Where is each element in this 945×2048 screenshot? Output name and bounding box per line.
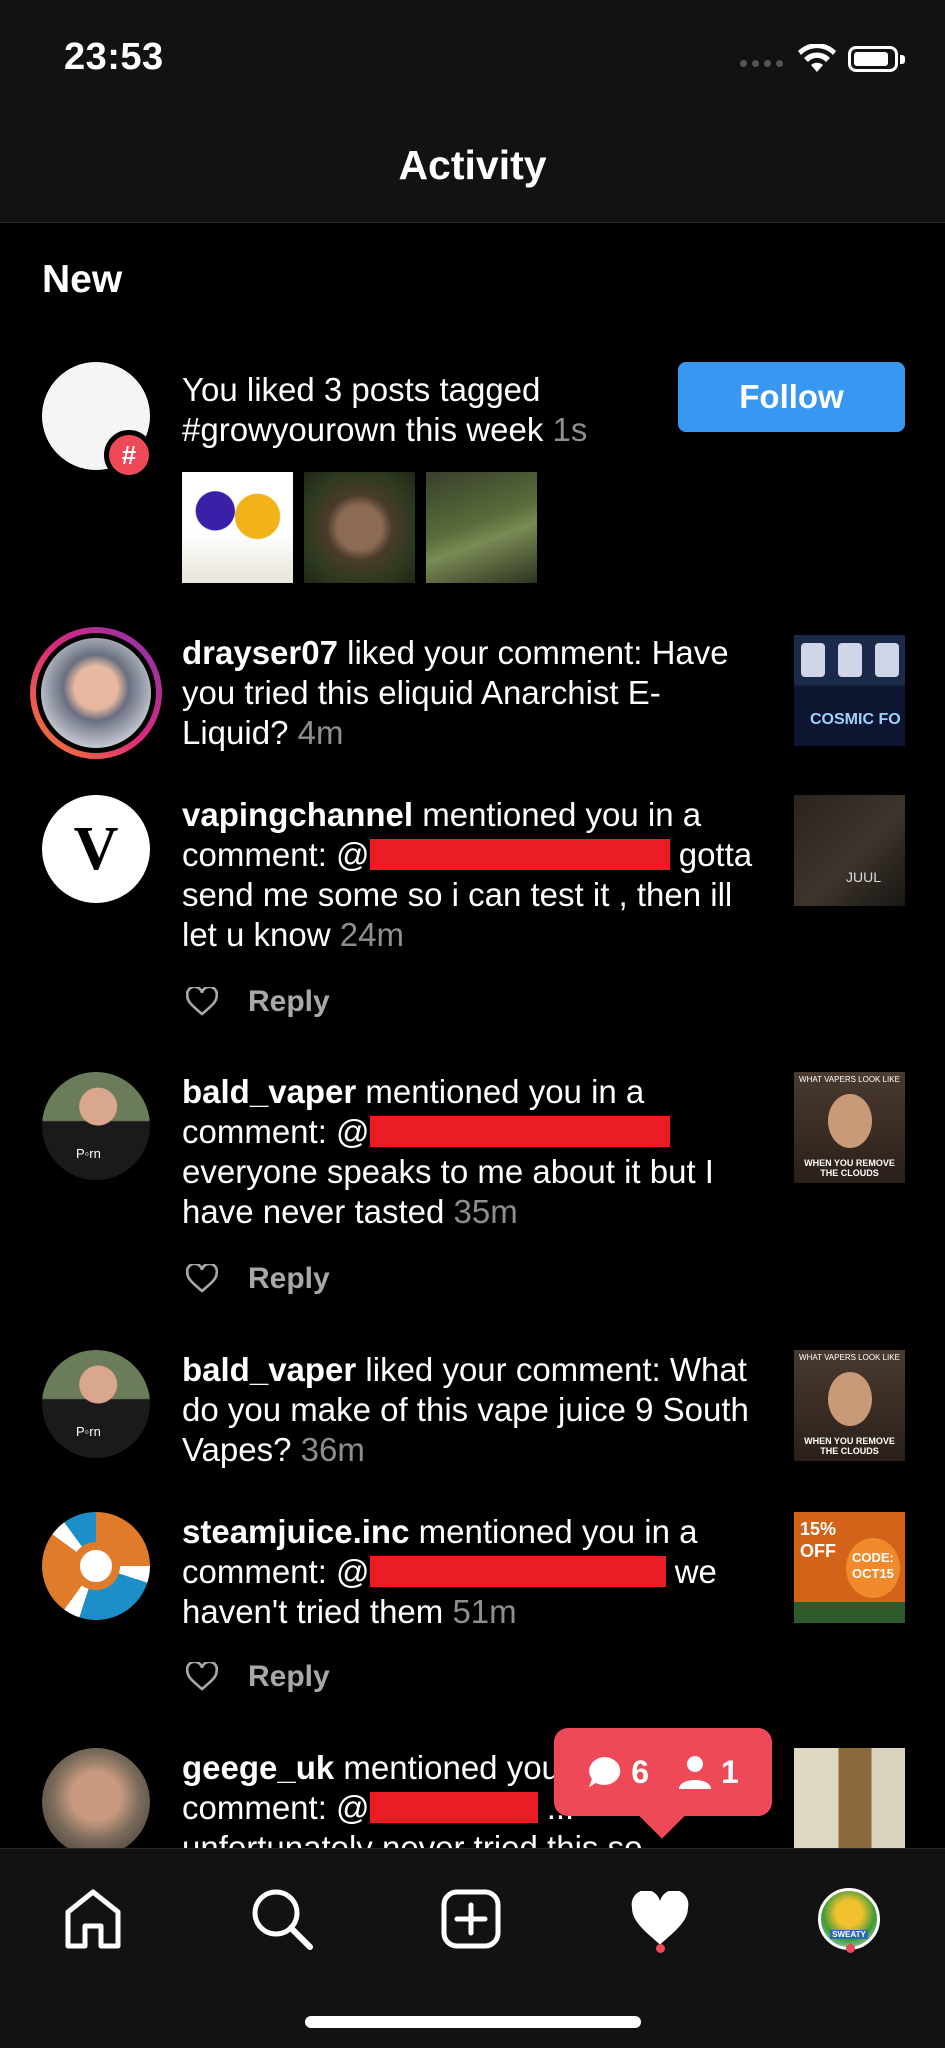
heart-icon xyxy=(631,1891,689,1945)
activity-summary-bubble[interactable]: 6 1 xyxy=(554,1728,772,1839)
post-thumbnail[interactable]: WHAT VAPERS LOOK LIKE WHEN YOU REMOVE TH… xyxy=(794,1350,905,1461)
redacted-text xyxy=(369,839,670,870)
home-icon xyxy=(65,1889,121,1949)
notification-text: bald_vaper mentioned you in a comment: @… xyxy=(182,1073,714,1230)
user-avatar[interactable]: P◦rn xyxy=(42,1072,150,1180)
comment-bubble-icon xyxy=(589,1757,621,1787)
hashtag-badge-icon: # xyxy=(104,430,154,480)
reply-button[interactable]: Reply xyxy=(248,985,330,1019)
activity-notification-dot xyxy=(656,1944,665,1953)
follower-count: 1 xyxy=(677,1754,739,1791)
post-thumbnail[interactable] xyxy=(794,1748,905,1848)
header: Activity xyxy=(0,110,945,223)
post-thumbnail[interactable]: WHAT VAPERS LOOK LIKE WHEN YOU REMOVE TH… xyxy=(794,1072,905,1183)
reply-row: Reply xyxy=(186,1262,330,1296)
post-thumbnail[interactable]: 15% OFF CODE: OCT15 xyxy=(794,1512,905,1623)
redacted-text xyxy=(369,1556,666,1587)
like-comment-heart-icon[interactable] xyxy=(186,1662,218,1692)
person-icon xyxy=(679,1756,711,1789)
status-bar: 23:53 xyxy=(0,0,945,110)
nav-search[interactable] xyxy=(237,1874,327,1964)
follow-button[interactable]: Follow xyxy=(678,362,905,432)
search-icon xyxy=(252,1889,313,1950)
reply-button[interactable]: Reply xyxy=(248,1660,330,1694)
tagged-post-thumb[interactable] xyxy=(304,472,415,583)
like-comment-heart-icon[interactable] xyxy=(186,987,218,1017)
nav-new-post[interactable] xyxy=(426,1874,516,1964)
comment-count: 6 xyxy=(587,1754,649,1791)
redacted-text xyxy=(369,1116,670,1147)
nav-home[interactable] xyxy=(48,1874,138,1964)
user-avatar[interactable] xyxy=(30,627,162,759)
reply-row: Reply xyxy=(186,1660,330,1694)
home-indicator[interactable] xyxy=(305,2016,641,2028)
notification-text: drayser07 liked your comment: Have you t… xyxy=(182,634,729,751)
post-thumbnail[interactable]: JUUL xyxy=(794,795,905,906)
section-heading-new: New xyxy=(42,258,123,301)
reply-row: Reply xyxy=(186,985,330,1019)
tagged-post-thumbnails xyxy=(182,472,537,583)
user-avatar[interactable] xyxy=(42,1512,150,1620)
wifi-icon xyxy=(798,44,836,72)
user-avatar[interactable]: V xyxy=(42,795,150,903)
tagged-post-thumb[interactable] xyxy=(426,472,537,583)
page-title: Activity xyxy=(398,142,547,188)
notification-mention[interactable]: geege_uk mentioned you in a comment: @ .… xyxy=(0,1748,945,1848)
post-thumbnail[interactable]: COSMIC FO xyxy=(794,635,905,746)
user-avatar[interactable] xyxy=(42,1748,150,1848)
battery-icon xyxy=(848,46,905,72)
like-comment-heart-icon[interactable] xyxy=(186,1264,218,1294)
status-time: 23:53 xyxy=(64,36,164,78)
notification-text: bald_vaper liked your comment: What do y… xyxy=(182,1351,749,1468)
user-avatar[interactable]: P◦rn xyxy=(42,1350,150,1458)
profile-avatar: SWEATY xyxy=(818,1888,880,1950)
notification-text: steamjuice.inc mentioned you in a commen… xyxy=(182,1513,717,1630)
tagged-post-thumb[interactable] xyxy=(182,472,293,583)
profile-notification-dot xyxy=(846,1944,855,1953)
cellular-signal-icon xyxy=(740,60,783,67)
notification-text: You liked 3 posts tagged #growyourown th… xyxy=(182,371,588,448)
reply-button[interactable]: Reply xyxy=(248,1262,330,1296)
redacted-text xyxy=(369,1792,538,1823)
hashtag-avatar: # xyxy=(42,362,154,480)
add-post-icon xyxy=(441,1889,501,1949)
notification-text: vapingchannel mentioned you in a comment… xyxy=(182,796,753,953)
